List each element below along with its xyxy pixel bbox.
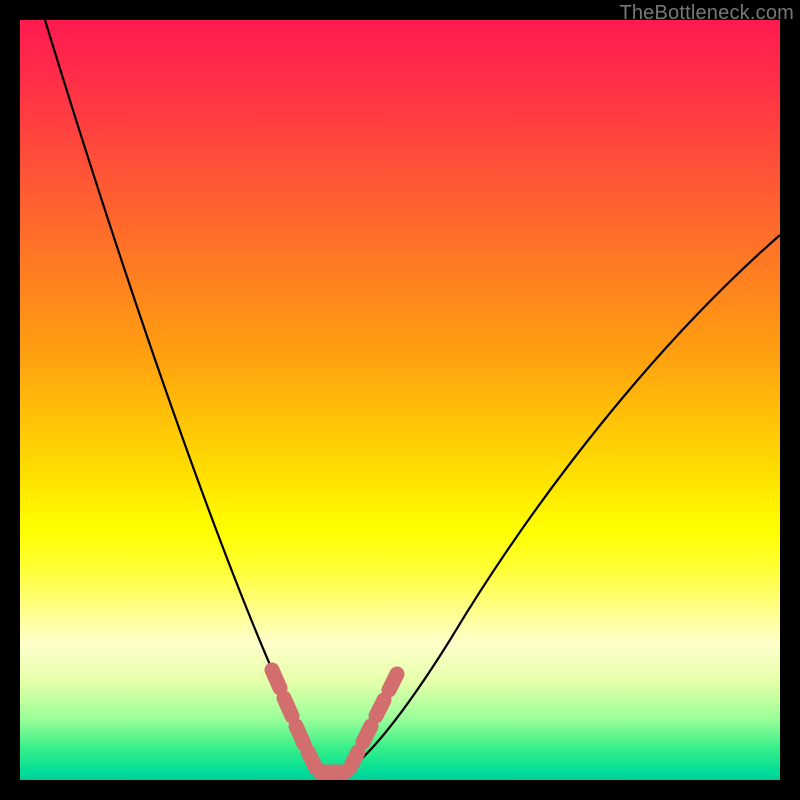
marker-dot: [284, 698, 292, 716]
marker-dot: [308, 752, 316, 768]
marker-dot: [350, 752, 358, 768]
marker-dot: [363, 726, 371, 742]
marker-dot: [376, 700, 384, 716]
chart-plot-area: [20, 20, 780, 780]
right-marker-group: [350, 674, 397, 768]
bottleneck-curve-svg: [20, 20, 780, 780]
marker-dot: [272, 670, 280, 688]
bottleneck-curve: [45, 20, 780, 772]
watermark-text: TheBottleneck.com: [619, 2, 794, 25]
left-marker-group: [272, 670, 316, 768]
marker-dot: [389, 674, 397, 690]
marker-dot: [296, 726, 304, 744]
